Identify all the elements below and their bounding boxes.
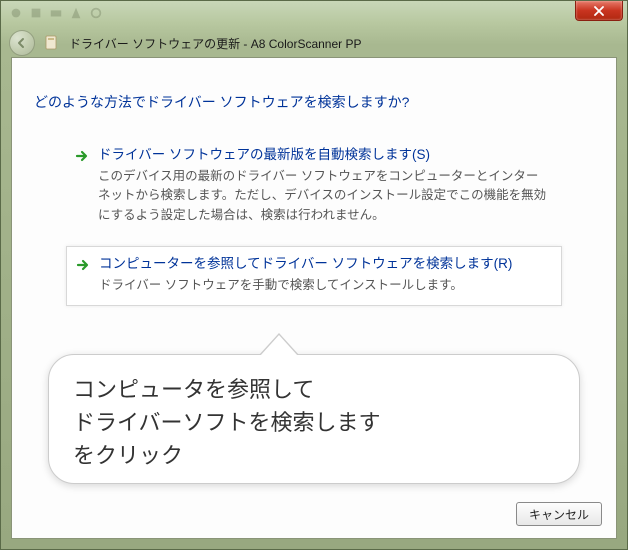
tb-icon-3 bbox=[49, 6, 63, 20]
callout-text: コンピュータを参照して ドライバーソフトを検索します をクリック bbox=[73, 373, 555, 472]
callout-line1: コンピュータを参照して bbox=[73, 377, 314, 402]
close-button[interactable] bbox=[575, 1, 623, 21]
content-frame: どのような方法でドライバー ソフトウェアを検索しますか? ドライバー ソフトウェ… bbox=[11, 57, 617, 539]
option-title: コンピューターを参照してドライバー ソフトウェアを検索します(R) bbox=[99, 255, 549, 274]
callout-line2: ドライバーソフトを検索します bbox=[73, 410, 381, 435]
dialog-window: ドライバー ソフトウェアの更新 - A8 ColorScanner PP どのよ… bbox=[0, 0, 628, 550]
tb-icon-5 bbox=[89, 6, 103, 20]
option-title: ドライバー ソフトウェアの最新版を自動検索します(S) bbox=[98, 146, 550, 165]
instruction-callout: コンピュータを参照して ドライバーソフトを検索します をクリック bbox=[48, 354, 580, 484]
arrow-right-icon bbox=[74, 148, 90, 164]
close-icon bbox=[594, 6, 604, 16]
option-browse-computer[interactable]: コンピューターを参照してドライバー ソフトウェアを検索します(R) ドライバー … bbox=[66, 246, 562, 306]
titlebar-left-icons bbox=[9, 6, 103, 20]
arrow-right-icon bbox=[75, 257, 91, 273]
back-arrow-icon bbox=[16, 37, 28, 49]
tb-icon-2 bbox=[29, 6, 43, 20]
content-inner: どのような方法でドライバー ソフトウェアを検索しますか? ドライバー ソフトウェ… bbox=[12, 58, 616, 538]
cancel-label: キャンセル bbox=[529, 506, 589, 523]
tb-icon-4 bbox=[69, 6, 83, 20]
option-description: このデバイス用の最新のドライバー ソフトウェアをコンピューターとインターネットか… bbox=[98, 167, 550, 225]
titlebar bbox=[1, 1, 627, 29]
header-title: ドライバー ソフトウェアの更新 - A8 ColorScanner PP bbox=[69, 35, 361, 52]
tb-icon-1 bbox=[9, 6, 23, 20]
option-auto-search[interactable]: ドライバー ソフトウェアの最新版を自動検索します(S) このデバイス用の最新のド… bbox=[66, 138, 562, 235]
cancel-button[interactable]: キャンセル bbox=[516, 502, 602, 526]
question-heading: どのような方法でドライバー ソフトウェアを検索しますか? bbox=[34, 92, 409, 112]
option-description: ドライバー ソフトウェアを手動で検索してインストールします。 bbox=[99, 276, 549, 295]
header-row: ドライバー ソフトウェアの更新 - A8 ColorScanner PP bbox=[1, 29, 627, 57]
back-button[interactable] bbox=[9, 30, 35, 56]
device-icon bbox=[43, 34, 61, 52]
callout-line3: をクリック bbox=[73, 443, 183, 468]
